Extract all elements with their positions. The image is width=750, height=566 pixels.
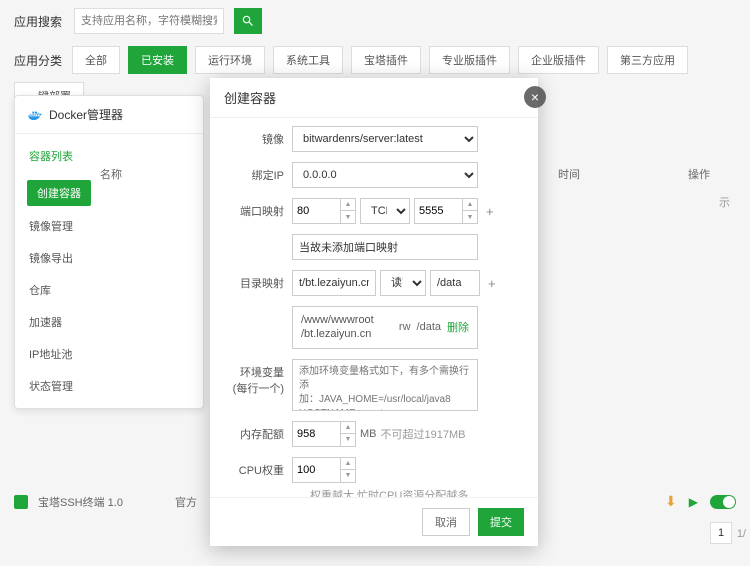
ssh-home: 官方 [175, 494, 197, 510]
search-button[interactable] [234, 8, 262, 34]
docker-icon [27, 109, 43, 121]
image-label: 镜像 [224, 126, 284, 147]
docker-panel: Docker管理器 容器列表 创建容器 镜像管理 镜像导出 仓库 加速器 IP地… [14, 95, 204, 409]
dir-delete-link[interactable]: 删除 [447, 319, 469, 335]
cat-ent-plugin[interactable]: 企业版插件 [518, 46, 599, 74]
port-hint-input[interactable] [292, 234, 478, 260]
port-b-input[interactable] [414, 198, 462, 224]
dir-b-input[interactable] [430, 270, 480, 296]
docker-menu-status[interactable]: 状态管理 [15, 370, 203, 402]
ssh-label: 宝塔SSH终端 1.0 [38, 494, 123, 510]
search-input[interactable] [74, 8, 224, 34]
search-icon [241, 14, 255, 28]
cat-installed[interactable]: 已安装 [128, 46, 187, 74]
docker-menu-ippool[interactable]: IP地址池 [15, 338, 203, 370]
port-add-button[interactable]: + [482, 204, 498, 219]
ssh-icon [14, 495, 28, 509]
env-label: 环境变量(每行一个) [224, 359, 284, 396]
cat-runtime[interactable]: 运行环境 [195, 46, 265, 74]
mem-hint: 不可超过1917MB [381, 426, 466, 442]
cat-systools[interactable]: 系统工具 [273, 46, 343, 74]
dir-a-input[interactable] [292, 270, 376, 296]
mem-input[interactable] [292, 421, 340, 447]
image-select[interactable]: bitwardenrs/server:latest [292, 126, 478, 152]
port-a-up[interactable]: ▲ [341, 199, 355, 211]
modal-close-button[interactable]: × [524, 86, 546, 108]
port-a-input[interactable] [292, 198, 340, 224]
cpu-up[interactable]: ▲ [341, 458, 355, 470]
table-head-time: 时间 [558, 166, 580, 182]
docker-menu-repo[interactable]: 仓库 [15, 274, 203, 306]
dir-mode-select[interactable]: 读写 [380, 270, 426, 296]
ip-label: 绑定IP [224, 162, 284, 183]
dir-mapping-row: /www/wwwroot/bt.lezaiyun.cn rw /data 删除 [292, 306, 478, 349]
cat-all[interactable]: 全部 [72, 46, 120, 74]
toggle-switch[interactable] [710, 495, 736, 509]
mem-up[interactable]: ▲ [341, 422, 355, 434]
port-proto-select[interactable]: TCP [360, 198, 410, 224]
env-textarea[interactable] [292, 359, 478, 411]
port-b-down[interactable]: ▼ [463, 211, 477, 223]
dir-data-label: /data [417, 321, 441, 333]
docker-menu-image[interactable]: 镜像管理 [15, 210, 203, 242]
play-icon[interactable]: ▶ [689, 495, 698, 509]
table-hint: 示 [719, 194, 730, 210]
port-b-up[interactable]: ▲ [463, 199, 477, 211]
cat-bt-plugin[interactable]: 宝塔插件 [351, 46, 421, 74]
port-label: 端口映射 [224, 198, 284, 219]
search-label: 应用搜索 [14, 13, 64, 30]
download-icon[interactable]: ⬇ [665, 493, 677, 510]
cat-3rd-app[interactable]: 第三方应用 [607, 46, 688, 74]
table-head-op: 操作 [688, 166, 710, 182]
page-number[interactable]: 1 [710, 522, 732, 544]
create-container-button[interactable]: 创建容器 [27, 180, 91, 206]
table-head-name: 名称 [100, 166, 122, 182]
page-total: 1/ [737, 528, 746, 540]
dir-rw-label: rw [399, 321, 411, 333]
modal-title: 创建容器 [210, 78, 538, 118]
submit-button[interactable]: 提交 [478, 508, 524, 536]
cancel-button[interactable]: 取消 [422, 508, 470, 536]
category-label: 应用分类 [14, 52, 64, 69]
port-a-down[interactable]: ▼ [341, 211, 355, 223]
dir-label: 目录映射 [224, 270, 284, 291]
cpu-down[interactable]: ▼ [341, 470, 355, 482]
docker-menu-accel[interactable]: 加速器 [15, 306, 203, 338]
cpu-input[interactable] [292, 457, 340, 483]
cpu-label: CPU权重 [224, 457, 284, 478]
mem-label: 内存配额 [224, 421, 284, 442]
docker-menu-export[interactable]: 镜像导出 [15, 242, 203, 274]
mem-down[interactable]: ▼ [341, 434, 355, 446]
ip-select[interactable]: 0.0.0.0 [292, 162, 478, 188]
cat-pro-plugin[interactable]: 专业版插件 [429, 46, 510, 74]
dir-add-button[interactable]: + [484, 276, 500, 291]
mem-unit: MB [360, 428, 377, 440]
create-container-modal: 创建容器 镜像 bitwardenrs/server:latest 绑定IP 0… [210, 78, 538, 546]
docker-title: Docker管理器 [49, 106, 123, 123]
